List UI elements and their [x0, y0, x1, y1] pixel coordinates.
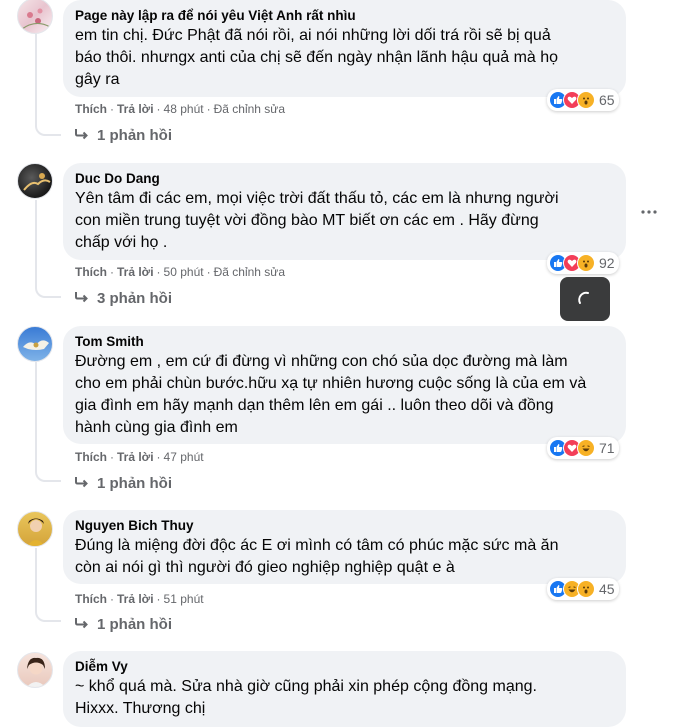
like-link[interactable]: Thích: [75, 592, 107, 606]
reactions-summary[interactable]: 65: [547, 89, 619, 111]
comment-bubble: Nguyen Bich Thuy Đúng là miệng đời độc á…: [63, 510, 626, 584]
avatar[interactable]: [17, 0, 53, 34]
reply-arrow-icon: [75, 475, 89, 492]
comment-thread: Page này lập ra để nói yêu Việt Anh rất …: [0, 0, 679, 727]
thread-line: [35, 548, 37, 610]
reply-link[interactable]: Trả lời: [117, 450, 154, 464]
comment-actions: Thích · Trả lời · 51 phút: [75, 592, 204, 606]
comment-bubble: Diễm Vy ~ khổ quá mà. Sửa nhà giờ cũng p…: [63, 651, 626, 727]
reactions-summary[interactable]: 71: [547, 437, 619, 459]
thread-line: [35, 200, 37, 286]
thread-line: [35, 362, 37, 470]
like-link[interactable]: Thích: [75, 102, 107, 116]
more-dots-icon: [641, 201, 657, 219]
wow-icon: [577, 254, 595, 272]
avatar[interactable]: [17, 326, 53, 362]
comment-author[interactable]: Page này lập ra để nói yêu Việt Anh rất …: [75, 7, 614, 24]
comment-text: em tin chị. Đức Phật đã nói rồi, ai nói …: [75, 27, 559, 88]
wow-icon: [577, 91, 595, 109]
comment-text: Đúng là miệng đời độc ác E ơi mình có tâ…: [75, 537, 559, 576]
comment-author[interactable]: Nguyen Bich Thuy: [75, 517, 614, 534]
more-options-button[interactable]: [635, 198, 663, 222]
view-replies-button[interactable]: 1 phản hồi: [75, 127, 172, 144]
view-replies-button[interactable]: 3 phản hồi: [75, 290, 172, 307]
comment-bubble: Duc Do Dang Yên tâm đi các em, mọi việc …: [63, 163, 626, 260]
comment-actions: Thích · Trả lời · 50 phút · Đã chỉnh sửa: [75, 265, 285, 279]
avatar[interactable]: [17, 652, 53, 688]
spinner-icon: [578, 291, 589, 304]
edited-label: Đã chỉnh sửa: [213, 265, 285, 279]
reactions-summary[interactable]: 45: [547, 578, 619, 600]
reactions-summary[interactable]: 92: [547, 252, 619, 274]
reaction-count: 71: [599, 440, 615, 456]
thread-curve: [35, 122, 61, 136]
reply-arrow-icon: [75, 290, 89, 307]
comment-time[interactable]: 47 phút: [164, 450, 204, 464]
comment-bubble: Page này lập ra để nói yêu Việt Anh rất …: [63, 0, 626, 97]
comment-author[interactable]: Duc Do Dang: [75, 170, 614, 187]
wow-icon: [577, 580, 595, 598]
view-replies-button[interactable]: 1 phản hồi: [75, 475, 172, 492]
view-replies-button[interactable]: 1 phản hồi: [75, 616, 172, 633]
comment-bubble: Tom Smith Đường em , em cứ đi đừng vì nh…: [63, 326, 626, 444]
haha-icon: [577, 439, 595, 457]
replies-label: 1 phản hồi: [97, 616, 172, 633]
reply-link[interactable]: Trả lời: [117, 265, 154, 279]
loading-spinner: [560, 277, 610, 321]
comment-text: ~ khổ quá mà. Sửa nhà giờ cũng phải xin …: [75, 678, 537, 717]
reply-link[interactable]: Trả lời: [117, 592, 154, 606]
like-link[interactable]: Thích: [75, 450, 107, 464]
edited-label: Đã chỉnh sửa: [213, 102, 285, 116]
comment-time[interactable]: 51 phút: [164, 592, 204, 606]
comment-actions: Thích · Trả lời · 47 phút: [75, 450, 204, 464]
reaction-count: 65: [599, 92, 615, 108]
reply-arrow-icon: [75, 616, 89, 633]
thread-curve: [35, 468, 61, 482]
comment-text: Yên tâm đi các em, mọi việc trời đất thấ…: [75, 190, 559, 251]
replies-label: 1 phản hồi: [97, 127, 172, 144]
comment-author[interactable]: Diễm Vy: [75, 658, 614, 675]
comment-author[interactable]: Tom Smith: [75, 333, 614, 350]
comment-text: Đường em , em cứ đi đừng vì những con ch…: [75, 353, 587, 436]
replies-label: 3 phản hồi: [97, 290, 172, 307]
reply-link[interactable]: Trả lời: [117, 102, 154, 116]
reply-arrow-icon: [75, 127, 89, 144]
thread-curve: [35, 608, 61, 622]
reaction-count: 92: [599, 255, 615, 271]
comment-time[interactable]: 50 phút: [164, 265, 204, 279]
avatar[interactable]: [17, 163, 53, 199]
reaction-count: 45: [599, 581, 615, 597]
comment-actions: Thích · Trả lời · 48 phút · Đã chỉnh sửa: [75, 102, 285, 116]
thread-curve: [35, 284, 61, 298]
avatar[interactable]: [17, 511, 53, 547]
replies-label: 1 phản hồi: [97, 475, 172, 492]
like-link[interactable]: Thích: [75, 265, 107, 279]
comment-time[interactable]: 48 phút: [164, 102, 204, 116]
